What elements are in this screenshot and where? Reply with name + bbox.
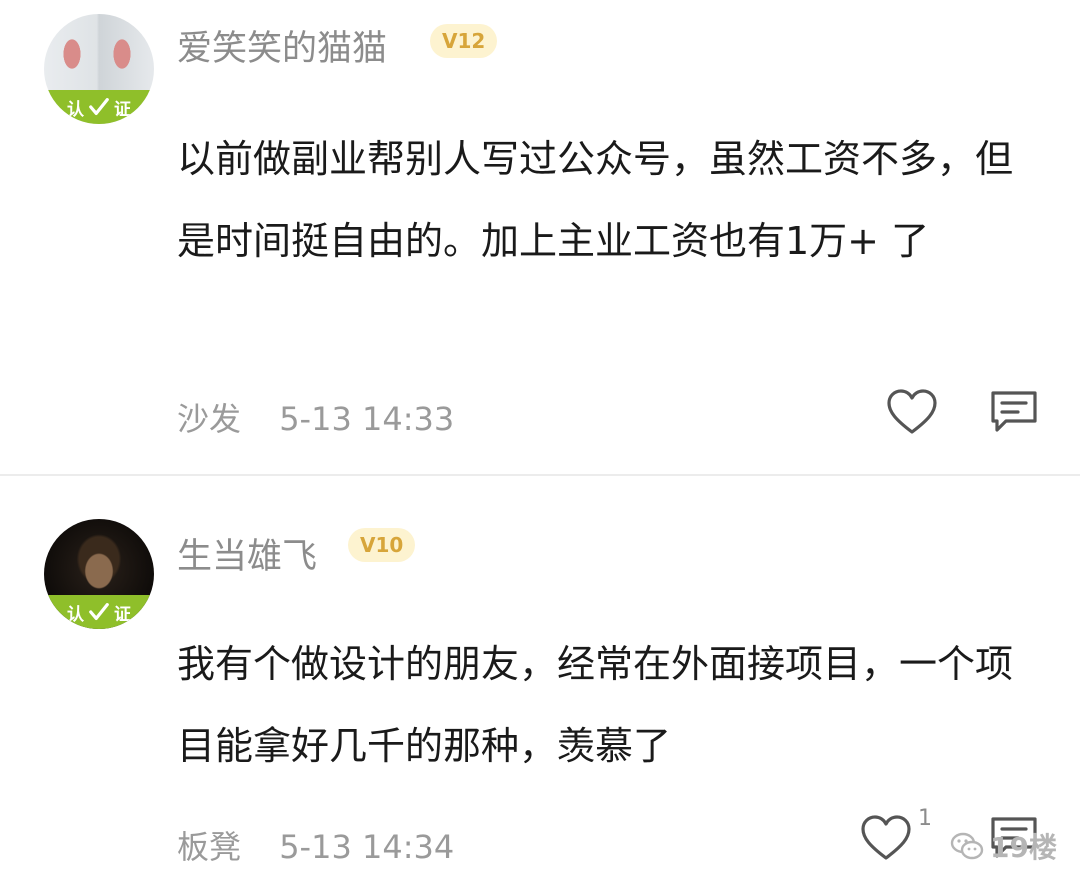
heart-outline-icon [887,389,937,434]
level-badge: V12 [430,24,498,58]
comment-bubble-icon [991,391,1037,432]
like-button[interactable] [886,388,938,436]
verify-label-left: 认 [67,604,84,625]
verified-badge: 认 证 [44,595,154,629]
heart-outline-icon [861,815,911,860]
comment-text: 以前做副业帮别人写过公众号，虽然工资不多，但是时间挺自由的。加上主业工资也有1万… [177,137,1014,263]
like-button[interactable] [860,814,912,862]
comment-meta: 沙发 5-13 14:33 [177,394,454,440]
verified-badge: 认 证 [44,90,154,124]
avatar[interactable]: 认 证 [44,519,154,629]
level-badge: V10 [348,528,416,562]
comment-meta: 板凳 5-13 14:34 [177,822,454,868]
comment-text: 我有个做设计的朋友，经常在外面接项目，一个项目能拿好几千的那种，羡慕了 [177,642,1014,768]
watermark-text: 19楼 [990,831,1057,864]
comment-time: 5-13 14:33 [279,400,455,438]
verify-label-right: 证 [114,99,131,120]
verify-label-right: 证 [114,604,131,625]
floor-label: 沙发 [177,400,242,438]
floor-label: 板凳 [177,828,242,866]
avatar[interactable]: 认 证 [44,14,154,124]
username[interactable]: 爱笑笑的猫猫 [177,20,387,71]
like-count: 1 [918,806,932,831]
comment-item: 认 证 爱笑笑的猫猫 V12 以前做副业帮别人写过公众号，虽然工资不多，但是时间… [0,0,1080,474]
comment-time: 5-13 14:34 [279,828,455,866]
watermark: 19楼 [950,826,1057,866]
check-mark-icon [89,603,109,621]
verify-label-left: 认 [67,99,84,120]
wechat-icon [950,832,984,860]
comment-item: 认 证 生当雄飞 V10 我有个做设计的朋友，经常在外面接项目，一个项目能拿好几… [0,476,1080,893]
check-mark-icon [89,98,109,116]
reply-button[interactable] [988,388,1040,436]
username[interactable]: 生当雄飞 [177,528,317,579]
